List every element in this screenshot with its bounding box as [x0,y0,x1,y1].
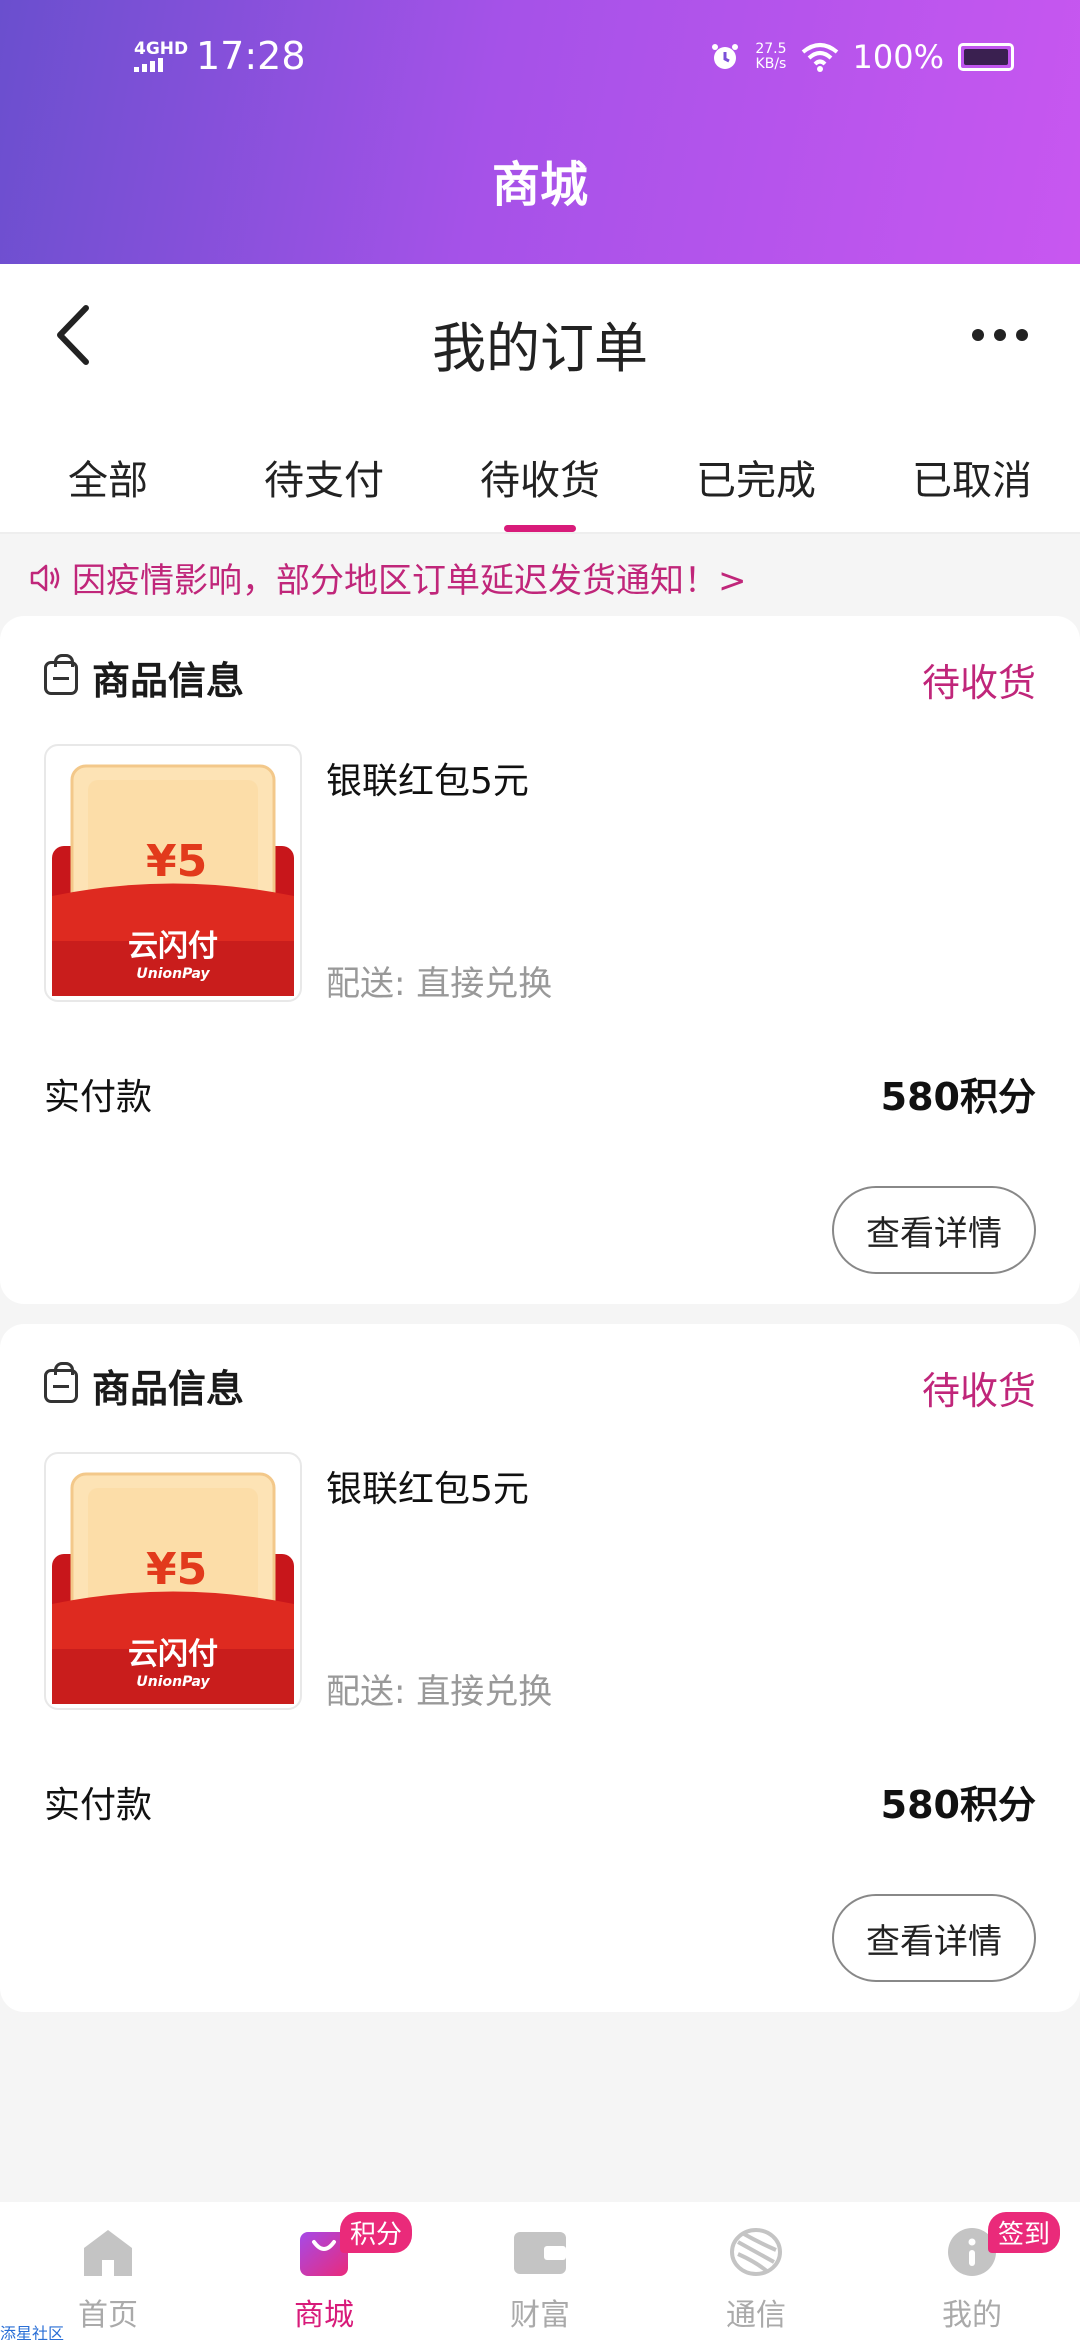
alarm-icon [712,44,739,69]
product-name[interactable]: 银联红包5元 [326,752,529,804]
watermark: 添星社区 [0,2324,65,2340]
card-header-label: 商品信息 [92,659,245,703]
status-right: 27.5 KB/s 100% [709,38,1014,76]
app-header: 4GHD 17:28 27.5 KB/s 100% 商城 [0,0,1080,264]
clock: 17:28 [196,34,306,78]
red-envelope-icon: ¥5 云闪付 UnionPay [52,1472,294,1704]
signal-icon [134,58,186,72]
product-image[interactable]: ¥5 云闪付 UnionPay [44,1452,302,1710]
wallet-icon [514,2232,566,2274]
more-button[interactable] [960,310,1040,360]
nav-label: 通信 [726,2298,786,2333]
speaker-icon [30,564,60,591]
app-title: 商城 [491,157,588,213]
delivery-info: 配送: 直接兑换 [326,964,553,1004]
tab-all[interactable]: 全部 [0,440,216,532]
payment-label: 实付款 [44,1785,153,1826]
tab-completed[interactable]: 已完成 [648,440,864,532]
more-dot [994,329,1006,341]
card-header: 商品信息 [44,650,244,705]
status-left: 4GHD 17:28 [134,34,306,78]
nav-label: 财富 [510,2298,570,2333]
nav-label: 商城 [294,2298,354,2333]
bottom-nav: 首页 积分 商城 财富 通信 签到 我的 [0,2202,1080,2340]
product-name[interactable]: 银联红包5元 [326,1460,529,1512]
tab-pending-payment[interactable]: 待支付 [216,440,432,532]
nav-item-telecom[interactable]: 通信 [648,2202,864,2340]
speed-value: 27.5 [755,41,787,57]
envelope-brand: 云闪付 [128,929,218,964]
nav-item-wealth[interactable]: 财富 [432,2202,648,2340]
view-details-button[interactable]: 查看详情 [832,1894,1036,1982]
payment-amount: 580积分 [880,1075,1036,1119]
product-image[interactable]: ¥5 云闪付 UnionPay [44,744,302,1002]
tab-pending-receipt[interactable]: 待收货 [432,440,648,532]
wifi-icon [801,43,838,72]
envelope-currency: ¥5 [146,836,207,887]
tab-cancelled[interactable]: 已取消 [864,440,1080,532]
delivery-info: 配送: 直接兑换 [326,1672,553,1712]
envelope-brand-en: UnionPay [136,966,210,982]
card-header-label: 商品信息 [92,1367,245,1411]
page-title: 我的订单 [432,317,648,380]
checkin-badge: 签到 [988,2212,1061,2253]
more-dot [972,329,984,341]
points-badge: 积分 [340,2212,413,2253]
nav-label: 我的 [942,2298,1002,2333]
battery-percent: 100% [852,38,944,76]
network-speed: 27.5 KB/s [755,42,786,72]
china-mobile-icon [730,2228,782,2276]
network-label: 4GHD [134,39,189,59]
card-header: 商品信息 [44,1358,244,1413]
order-card: 商品信息 待收货 ¥5 云闪付 UnionPay 银联红包5元 配送: 直接兑换… [0,616,1080,1304]
more-dot [1016,329,1028,341]
notice-text: 因疫情影响，部分地区订单延迟发货通知！> [72,561,747,601]
notice-banner[interactable]: 因疫情影响，部分地区订单延迟发货通知！> [28,553,747,602]
nav-item-me[interactable]: 签到 我的 [864,2202,1080,2340]
envelope-brand: 云闪付 [128,1637,218,1672]
payment-label: 实付款 [44,1077,153,1118]
speed-unit: KB/s [755,56,787,72]
payment-amount: 580积分 [880,1783,1036,1827]
order-status: 待收货 [921,661,1036,705]
red-envelope-icon: ¥5 云闪付 UnionPay [52,764,294,996]
order-card: 商品信息 待收货 ¥5 云闪付 UnionPay 银联红包5元 配送: 直接兑换… [0,1324,1080,2012]
nav-item-mall[interactable]: 积分 商城 [216,2202,432,2340]
envelope-brand-en: UnionPay [136,1674,210,1690]
shopping-bag-icon [44,653,78,695]
shopping-bag-icon [44,1361,78,1403]
status-bar: 4GHD 17:28 27.5 KB/s 100% [0,0,1080,120]
network-indicator: 4GHD [134,39,189,72]
envelope-currency: ¥5 [146,1544,207,1595]
home-icon [84,2230,132,2276]
battery-icon [958,43,1014,71]
view-details-button[interactable]: 查看详情 [832,1186,1036,1274]
order-status: 待收货 [921,1369,1036,1413]
order-tabs: 全部 待支付 待收货 已完成 已取消 [0,440,1080,534]
